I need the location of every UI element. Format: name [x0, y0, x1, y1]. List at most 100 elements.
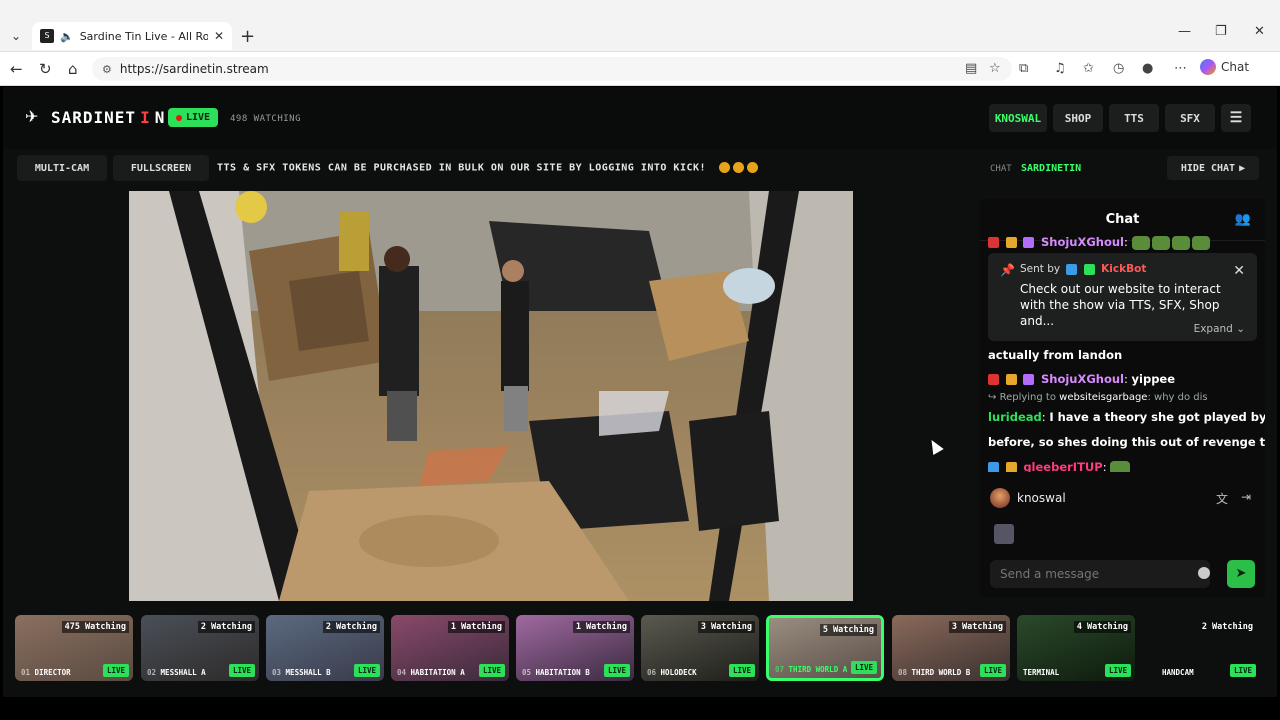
site-top-nav: ✈ SARDINET I N LIVE 498 WATCHING KNOSWAL…: [3, 87, 1277, 149]
hide-chat-button[interactable]: HIDE CHAT ▶: [1167, 156, 1259, 180]
pinned-text: Check out our website to interact with t…: [1020, 282, 1221, 328]
video-frame: [129, 191, 853, 601]
browser-tab-bar: ⌄ S 🔈 Sardine Tin Live - All Rooms, A ✕ …: [0, 0, 1280, 52]
camera-tile[interactable]: 3 Watching 06 HOLODECK LIVE: [641, 615, 759, 681]
logo-letter-n: N: [154, 107, 166, 127]
send-button[interactable]: ➤: [1227, 560, 1255, 588]
nav-shop-button[interactable]: SHOP: [1053, 104, 1103, 132]
verified-badge-icon: [1083, 263, 1095, 275]
chat-message: luridead: I have a theory she got played…: [988, 410, 1265, 424]
browser-tab[interactable]: S 🔈 Sardine Tin Live - All Rooms, A ✕: [32, 22, 232, 50]
emote-icon: [1131, 235, 1150, 250]
tab-list-chevron-icon[interactable]: ⌄: [6, 26, 26, 46]
copilot-chat-button[interactable]: Chat: [1200, 59, 1249, 75]
camera-tile-active[interactable]: 5 Watching 07 THIRD WORLD A LIVE: [766, 615, 884, 681]
camera-tile[interactable]: 4 Watching TERMINAL LIVE: [1017, 615, 1135, 681]
camera-tile[interactable]: 2 Watching HANDCAM LIVE: [1142, 615, 1260, 681]
emote-preview-icon[interactable]: [994, 524, 1014, 544]
gift-badge-icon: [1005, 374, 1017, 385]
translate-icon[interactable]: 文: [1216, 490, 1228, 507]
chat-header: CHAT SARDINETIN HIDE CHAT ▶: [980, 151, 1265, 185]
chat-message: actually from landon: [988, 348, 1123, 362]
message-input[interactable]: [1000, 567, 1190, 581]
camera-tile[interactable]: 3 Watching 08 THIRD WORLD B LIVE: [892, 615, 1010, 681]
live-dot-icon: [176, 114, 182, 121]
favicon-icon: S: [40, 29, 54, 43]
profile-icon[interactable]: ●: [1142, 61, 1153, 76]
history-icon[interactable]: ◷: [1113, 61, 1124, 76]
pinned-sender: Sent by KickBot: [1020, 263, 1147, 275]
new-tab-button[interactable]: +: [240, 26, 255, 47]
close-pinned-icon[interactable]: ✕: [1233, 263, 1245, 279]
close-tab-icon[interactable]: ✕: [214, 29, 224, 43]
site-root: ✈ SARDINET I N LIVE 498 WATCHING KNOSWAL…: [3, 87, 1277, 697]
refresh-icon[interactable]: ↻: [39, 60, 52, 78]
logout-icon[interactable]: ⇥: [1241, 490, 1251, 504]
speaker-icon[interactable]: 🔈: [60, 30, 74, 43]
url-text: https://sardinetin.stream: [119, 62, 269, 76]
camera-tile[interactable]: 1 Watching 04 HABITATION A LIVE: [391, 615, 509, 681]
logo-text: SARDINET: [51, 107, 137, 127]
live-badge: LIVE: [168, 108, 219, 127]
chat-message-continued: before, so shes doing this out of reveng…: [988, 435, 1265, 449]
hamburger-menu-icon[interactable]: ☰: [1221, 104, 1251, 132]
message-input-box[interactable]: [990, 560, 1210, 588]
favorites-icon[interactable]: ✩: [1083, 61, 1094, 76]
site-info-icon[interactable]: ⚙: [102, 63, 112, 76]
ticker-dots: [718, 162, 758, 173]
emoji-icon[interactable]: [1198, 567, 1210, 579]
reply-arrow-icon: ↪: [988, 392, 997, 403]
reply-context[interactable]: ↪ Replying to websiteisgarbage: why do d…: [988, 392, 1208, 403]
home-icon[interactable]: ⌂: [68, 60, 78, 78]
address-bar-row: ← ↻ ⌂ ⚙ https://sardinetin.stream ▤ ☆ ⧉ …: [0, 52, 1280, 86]
main-video-player[interactable]: [129, 191, 853, 601]
avatar[interactable]: [990, 488, 1010, 508]
sub-toolbar: MULTI-CAM FULLSCREEN TTS & SFX TOKENS CA…: [3, 151, 973, 185]
restore-icon[interactable]: ❐: [1215, 24, 1227, 39]
multicam-button[interactable]: MULTI-CAM: [17, 155, 107, 181]
nav-user-button[interactable]: KNOSWAL: [989, 104, 1047, 132]
pin-icon: 📌: [1000, 263, 1015, 277]
watching-count: 498 WATCHING: [230, 114, 302, 124]
logo-letter-i: I: [140, 107, 151, 127]
vip-badge-icon: [1023, 374, 1035, 385]
reader-mode-icon[interactable]: ▤: [965, 61, 977, 76]
chat-message: ShojuXGhoul: yippee: [988, 372, 1175, 386]
sardine-logo-icon: ✈: [25, 107, 39, 126]
sub-badge-icon: [988, 374, 999, 385]
back-icon[interactable]: ←: [10, 60, 23, 78]
site-logo[interactable]: ✈ SARDINET I N: [25, 107, 176, 127]
extensions-icon[interactable]: ⧉: [1019, 61, 1028, 76]
pinned-message: 📌 Sent by KickBot Check out our website …: [988, 253, 1257, 341]
emote-icon: [1171, 235, 1190, 250]
more-menu-icon[interactable]: ⋯: [1174, 61, 1187, 76]
media-icon[interactable]: ♫: [1054, 61, 1066, 76]
camera-tile[interactable]: 2 Watching 02 MESSHALL A LIVE: [141, 615, 259, 681]
close-window-icon[interactable]: ✕: [1254, 24, 1265, 39]
expand-pinned-button[interactable]: Expand ⌄: [1194, 323, 1245, 335]
tab-title: Sardine Tin Live - All Rooms, A: [79, 29, 208, 43]
camera-tile[interactable]: 2 Watching 03 MESSHALL B LIVE: [266, 615, 384, 681]
vip-badge-icon: [1023, 237, 1035, 248]
fullscreen-button[interactable]: FULLSCREEN: [113, 155, 209, 181]
favorite-star-icon[interactable]: ☆: [989, 61, 1001, 76]
sub-badge-icon: [988, 237, 999, 248]
nav-sfx-button[interactable]: SFX: [1165, 104, 1215, 132]
emote-icon: [1151, 235, 1170, 250]
emote-icon: [1191, 235, 1210, 250]
copilot-icon: [1200, 59, 1216, 75]
minimize-icon[interactable]: —: [1178, 24, 1191, 39]
url-field[interactable]: ⚙ https://sardinetin.stream: [92, 57, 1012, 81]
camera-tile[interactable]: 475 Watching 01 DIRECTOR LIVE: [15, 615, 133, 681]
chat-message-partial: ShojuXGhoul:: [988, 235, 1212, 250]
bot-badge-icon: [1066, 263, 1078, 275]
current-username: knoswal: [1017, 491, 1066, 505]
users-icon[interactable]: 👥: [1235, 212, 1251, 227]
nav-tts-button[interactable]: TTS: [1109, 104, 1159, 132]
chat-room-name: SARDINETIN: [1021, 163, 1082, 174]
camera-tile[interactable]: 1 Watching 05 HABITATION B LIVE: [516, 615, 634, 681]
gift-badge-icon: [1005, 237, 1017, 248]
play-arrow-icon: ▶: [1239, 162, 1246, 174]
ticker-banner: TTS & SFX TOKENS CAN BE PURCHASED IN BUL…: [217, 162, 758, 174]
chat-input-area: knoswal 文 ⇥ ➤: [980, 472, 1265, 597]
